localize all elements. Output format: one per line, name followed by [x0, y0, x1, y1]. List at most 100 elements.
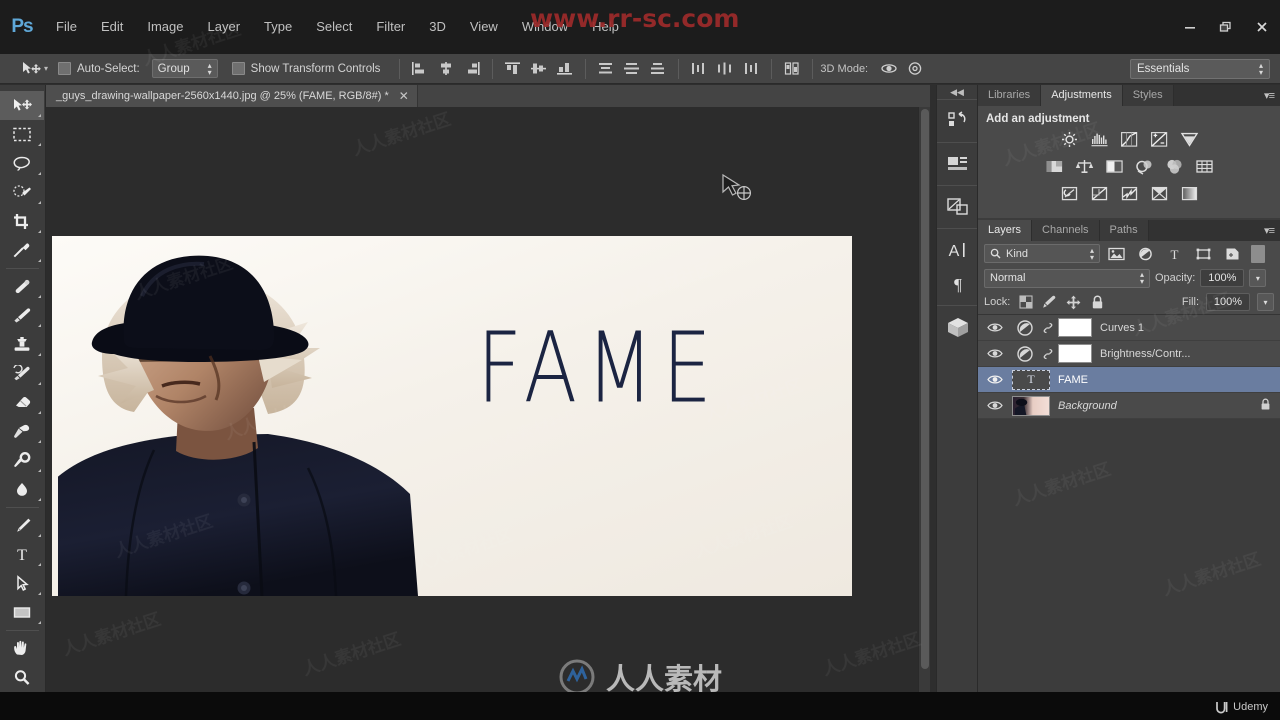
menu-select[interactable]: Select [304, 15, 364, 39]
lock-image-pixels-icon[interactable] [1041, 294, 1058, 311]
table-row[interactable]: Brightness/Contr... [978, 341, 1280, 367]
path-selection-tool[interactable] [0, 569, 44, 598]
menu-view[interactable]: View [458, 15, 510, 39]
pen-tool[interactable] [0, 511, 44, 540]
layer-filter-kind-select[interactable]: Kind ▴ ▾ [984, 244, 1100, 263]
3d-panel-icon[interactable] [937, 310, 979, 344]
artboard[interactable]: FAME 人人素材社区 人人素材社区 人人素材社区 人人素材社区 人人素材社区 … [52, 236, 852, 596]
tab-styles[interactable]: Styles [1122, 85, 1174, 106]
align-right-edges-icon[interactable] [459, 59, 485, 79]
table-row[interactable]: Background [978, 393, 1280, 419]
document-tab[interactable]: _guys_drawing-wallpaper-2560x1440.jpg @ … [46, 85, 418, 107]
gradient-map-icon[interactable] [1147, 183, 1172, 204]
align-top-edges-icon[interactable] [500, 59, 526, 79]
background-layer-thumbnail[interactable] [1012, 395, 1050, 416]
text-layer-thumbnail[interactable]: T [1012, 369, 1050, 390]
distribute-top-edges-icon[interactable] [593, 59, 619, 79]
color-balance-icon[interactable] [1072, 156, 1097, 177]
layer-mask-thumbnail[interactable] [1058, 344, 1092, 363]
distribute-vertical-centers-icon[interactable] [619, 59, 645, 79]
clone-stamp-tool[interactable] [0, 330, 44, 359]
menu-file[interactable]: File [44, 15, 89, 39]
history-panel-icon[interactable] [937, 104, 979, 138]
vibrance-icon[interactable] [1177, 129, 1202, 150]
menu-type[interactable]: Type [252, 15, 304, 39]
properties-panel-icon[interactable] [937, 147, 979, 181]
distribute-bottom-edges-icon[interactable] [645, 59, 671, 79]
tab-paths[interactable]: Paths [1099, 220, 1149, 241]
threshold-icon[interactable] [1117, 183, 1142, 204]
selective-color-icon[interactable] [1177, 183, 1202, 204]
align-vertical-centers-icon[interactable] [526, 59, 552, 79]
scrollbar-thumb[interactable] [921, 109, 929, 669]
layer-name[interactable]: Background [1058, 400, 1117, 412]
auto-select-scope-select[interactable]: Group ▴ ▾ [151, 59, 218, 78]
table-row[interactable]: Curves 1 [978, 315, 1280, 341]
layer-visibility-toggle[interactable] [978, 367, 1012, 393]
layer-visibility-toggle[interactable] [978, 315, 1012, 341]
opacity-dropdown-icon[interactable]: ▾ [1249, 269, 1267, 287]
lasso-tool[interactable] [0, 149, 44, 178]
filter-enable-toggle[interactable] [1251, 244, 1265, 263]
quick-selection-tool[interactable] [0, 178, 44, 207]
filter-pixel-icon[interactable] [1104, 244, 1129, 264]
crop-tool[interactable] [0, 207, 44, 236]
horizontal-type-tool[interactable]: T [0, 540, 44, 569]
menu-3d[interactable]: 3D [417, 15, 458, 39]
distribute-right-edges-icon[interactable] [738, 59, 764, 79]
table-row[interactable]: T FAME [978, 367, 1280, 393]
tab-adjustments[interactable]: Adjustments [1041, 85, 1123, 106]
hue-saturation-icon[interactable] [1042, 156, 1067, 177]
auto-select-checkbox[interactable] [58, 62, 72, 75]
blend-mode-select[interactable]: Normal ▴ ▾ [984, 268, 1150, 288]
tab-libraries[interactable]: Libraries [978, 85, 1042, 106]
distribute-horizontal-centers-icon[interactable] [712, 59, 738, 79]
layer-mask-link-icon[interactable] [1038, 347, 1058, 361]
close-icon[interactable]: ✕ [399, 89, 409, 103]
brightness-contrast-icon[interactable] [1057, 129, 1082, 150]
color-lookup-icon[interactable] [1192, 156, 1217, 177]
rectangle-tool[interactable] [0, 598, 44, 627]
channel-mixer-icon[interactable] [1162, 156, 1187, 177]
hand-tool[interactable] [0, 634, 44, 663]
curves-layer-thumbnail[interactable] [1012, 319, 1038, 337]
layer-name[interactable]: Curves 1 [1100, 322, 1144, 334]
panel-menu-icon[interactable]: ▾≡ [1264, 89, 1275, 102]
layer-mask-thumbnail[interactable] [1058, 318, 1092, 337]
dodge-tool[interactable] [0, 446, 44, 475]
restore-button[interactable] [1208, 12, 1244, 42]
black-white-icon[interactable] [1102, 156, 1127, 177]
posterize-icon[interactable] [1087, 183, 1112, 204]
3d-pan-icon[interactable] [902, 59, 928, 79]
move-tool-icon[interactable] [18, 58, 44, 80]
canvas-area[interactable]: FAME 人人素材社区 人人素材社区 人人素材社区 人人素材社区 人人素材社区 … [46, 107, 930, 720]
filter-adjustment-icon[interactable] [1133, 244, 1158, 264]
spot-healing-brush-tool[interactable] [0, 272, 44, 301]
tab-layers[interactable]: Layers [978, 220, 1033, 241]
layer-visibility-toggle[interactable] [978, 341, 1012, 367]
layer-name[interactable]: FAME [1058, 374, 1088, 386]
collapse-panels-icon[interactable]: ◀◀ [937, 85, 977, 99]
rectangular-marquee-tool[interactable] [0, 120, 44, 149]
layer-visibility-toggle[interactable] [978, 393, 1012, 419]
lock-transparent-pixels-icon[interactable] [1017, 294, 1034, 311]
levels-icon[interactable] [1087, 129, 1112, 150]
layer-name[interactable]: Brightness/Contr... [1100, 348, 1191, 360]
paragraph-panel-icon[interactable]: ¶ [937, 267, 979, 301]
lock-all-icon[interactable] [1089, 294, 1106, 311]
move-tool[interactable] [0, 91, 44, 120]
menu-image[interactable]: Image [135, 15, 195, 39]
align-left-edges-icon[interactable] [407, 59, 433, 79]
eraser-tool[interactable] [0, 388, 44, 417]
fill-dropdown-icon[interactable]: ▾ [1257, 293, 1274, 311]
zoom-tool[interactable] [0, 663, 44, 692]
tab-channels[interactable]: Channels [1032, 220, 1100, 241]
layer-mask-link-icon[interactable] [1038, 321, 1058, 335]
filter-smart-object-icon[interactable] [1220, 244, 1245, 264]
menu-layer[interactable]: Layer [196, 15, 253, 39]
layer-comps-panel-icon[interactable] [937, 190, 979, 224]
tool-preset-chevron-icon[interactable]: ▾ [44, 64, 48, 73]
curves-icon[interactable] [1117, 129, 1142, 150]
align-horizontal-centers-icon[interactable] [433, 59, 459, 79]
close-button[interactable] [1244, 12, 1280, 42]
